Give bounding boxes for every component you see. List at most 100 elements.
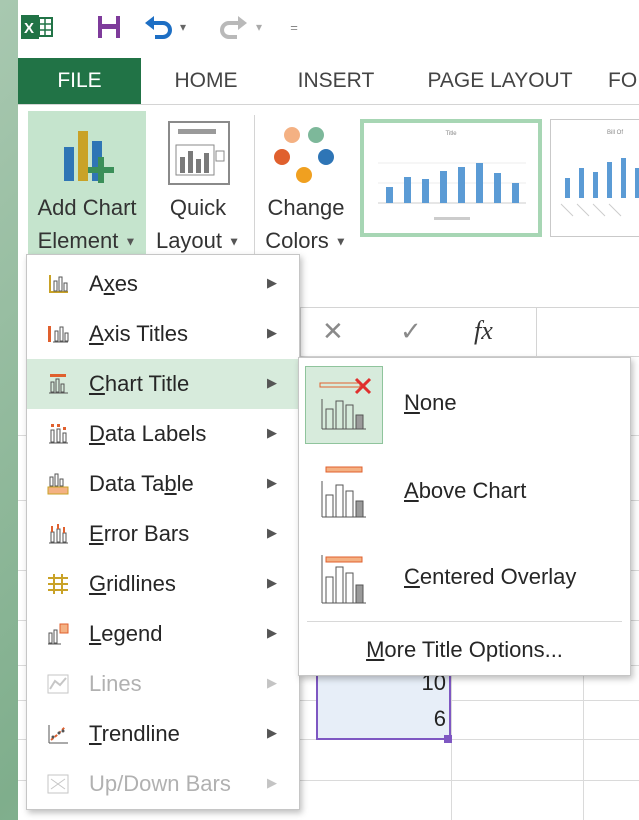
menu-item-data-table[interactable]: Data Table ▶ <box>27 459 299 509</box>
excel-logo-icon: X <box>20 14 54 40</box>
chart-style-thumbnail-title-2: Bill Of <box>607 130 624 136</box>
redo-dropdown-caret: ▾ <box>255 20 263 34</box>
menu-item-label: Chart Title <box>89 371 190 396</box>
chevron-right-icon: ▶ <box>267 325 277 340</box>
enter-icon[interactable]: ✓ <box>400 316 422 347</box>
menu-item-axes[interactable]: Axes ▶ <box>27 259 299 309</box>
chart-title-icon <box>27 373 89 395</box>
data-labels-icon <box>27 423 89 445</box>
save-icon[interactable] <box>94 14 124 40</box>
menu-item-label: Data Table <box>89 471 194 496</box>
add-chart-element-menu: Axes ▶ Axis Titles ▶ Chart Title ▶ Data … <box>26 254 300 810</box>
undo-dropdown-caret[interactable]: ▾ <box>176 14 190 40</box>
chart-style-thumbnail[interactable]: Bill Of <box>550 119 639 237</box>
chevron-down-icon: ▼ <box>334 234 347 249</box>
data-table-icon <box>27 473 89 495</box>
menu-item-label: Trendline <box>89 721 180 746</box>
chevron-right-icon: ▶ <box>267 675 277 690</box>
tab-page-layout[interactable]: PAGE LAYOUT <box>412 58 588 104</box>
chart-style-thumbnail-selected[interactable]: Title <box>360 119 542 237</box>
chart-style-thumbnail-title: Title <box>445 131 457 137</box>
submenu-option-centered-overlay[interactable]: Centered Overlay <box>299 534 630 620</box>
trendline-icon <box>27 723 89 745</box>
error-bars-icon <box>27 523 89 545</box>
menu-item-label: Axes <box>89 271 138 296</box>
menu-item-label: Up/Down Bars <box>89 771 231 796</box>
insert-function-icon[interactable]: fx <box>474 316 493 346</box>
formula-bar: ✕ ✓ fx <box>300 307 639 357</box>
submenu-divider <box>307 621 622 622</box>
chart-style-preview-icon <box>560 158 639 217</box>
quick-layout-label-2: Layout <box>155 228 223 253</box>
menu-item-label: Lines <box>89 671 142 696</box>
menu-item-label: Legend <box>89 621 163 646</box>
menu-item-label: Error Bars <box>89 521 190 546</box>
chevron-right-icon: ▶ <box>267 725 277 740</box>
quick-access-toolbar: X ▾ ▾ = <box>18 0 639 58</box>
ribbon-divider <box>254 115 255 255</box>
add-chart-element-label-2: Element <box>37 228 119 253</box>
chart-style-preview-icon <box>378 162 526 220</box>
submenu-option-label: None <box>404 390 457 415</box>
change-colors-button[interactable]: Change Colors ▼ <box>258 111 354 259</box>
menu-item-data-labels[interactable]: Data Labels ▶ <box>27 409 299 459</box>
add-chart-element-label-1: Add Chart <box>37 195 137 220</box>
lines-icon <box>27 673 89 695</box>
submenu-option-label: Centered Overlay <box>404 564 577 589</box>
menu-item-gridlines[interactable]: Gridlines ▶ <box>27 559 299 609</box>
redo-icon <box>218 14 248 40</box>
add-chart-element-icon <box>64 131 114 183</box>
chevron-right-icon: ▶ <box>267 775 277 790</box>
change-colors-label-1: Change <box>267 195 345 220</box>
tab-formulas[interactable]: FO <box>608 58 639 104</box>
chevron-down-icon: ▼ <box>228 234 241 249</box>
more-title-options-link[interactable]: More Title Options... <box>299 630 630 670</box>
quick-layout-icon <box>168 121 230 185</box>
chevron-right-icon: ▶ <box>267 475 277 490</box>
tab-file[interactable]: FILE <box>18 58 141 104</box>
axis-titles-icon <box>27 323 89 345</box>
cancel-icon[interactable]: ✕ <box>322 316 344 347</box>
change-colors-icon <box>274 127 334 183</box>
menu-item-lines: Lines ▶ <box>27 659 299 709</box>
menu-item-error-bars[interactable]: Error Bars ▶ <box>27 509 299 559</box>
menu-item-label: Data Labels <box>89 421 207 446</box>
submenu-option-none[interactable]: None <box>299 360 630 446</box>
chevron-right-icon: ▶ <box>267 525 277 540</box>
up-down-bars-icon <box>27 773 89 795</box>
chevron-right-icon: ▶ <box>267 425 277 440</box>
chevron-right-icon: ▶ <box>267 375 277 390</box>
menu-item-label: Axis Titles <box>89 321 189 346</box>
quick-layout-button[interactable]: Quick Layout ▼ <box>148 111 248 259</box>
ribbon: Add Chart Element ▼ Quick Layout ▼ Change C… <box>18 104 639 260</box>
menu-item-up-down-bars: Up/Down Bars ▶ <box>27 759 299 809</box>
axes-icon <box>27 273 89 295</box>
tab-insert[interactable]: INSERT <box>276 58 396 104</box>
svg-text:X: X <box>24 20 34 37</box>
customize-toolbar-button[interactable]: = <box>286 14 302 40</box>
legend-icon <box>27 623 89 645</box>
chevron-right-icon: ▶ <box>267 575 277 590</box>
menu-item-label: Gridlines <box>89 571 176 596</box>
gridlines-icon <box>27 573 89 595</box>
submenu-option-label: Above Chart <box>404 478 527 503</box>
chart-title-above-icon <box>305 454 383 532</box>
chart-title-submenu: None Above Chart Centered Overlay More T… <box>298 357 631 676</box>
menu-item-legend[interactable]: Legend ▶ <box>27 609 299 659</box>
chevron-down-icon: ▼ <box>124 234 137 249</box>
tab-home[interactable]: HOME <box>154 58 258 104</box>
menu-item-axis-titles[interactable]: Axis Titles ▶ <box>27 309 299 359</box>
menu-item-trendline[interactable]: Trendline ▶ <box>27 709 299 759</box>
chart-title-none-icon <box>305 366 383 444</box>
submenu-option-above-chart[interactable]: Above Chart <box>299 448 630 534</box>
chevron-right-icon: ▶ <box>267 275 277 290</box>
menu-item-chart-title[interactable]: Chart Title ▶ <box>27 359 299 409</box>
add-chart-element-button[interactable]: Add Chart Element ▼ <box>28 111 146 259</box>
fill-handle[interactable] <box>444 735 452 743</box>
cell-value: 6 <box>433 706 446 731</box>
change-colors-label-2: Colors <box>265 228 329 253</box>
undo-icon[interactable] <box>144 14 174 40</box>
quick-layout-label-1: Quick <box>169 195 227 220</box>
chevron-right-icon: ▶ <box>267 625 277 640</box>
chart-title-overlay-icon <box>305 540 383 618</box>
